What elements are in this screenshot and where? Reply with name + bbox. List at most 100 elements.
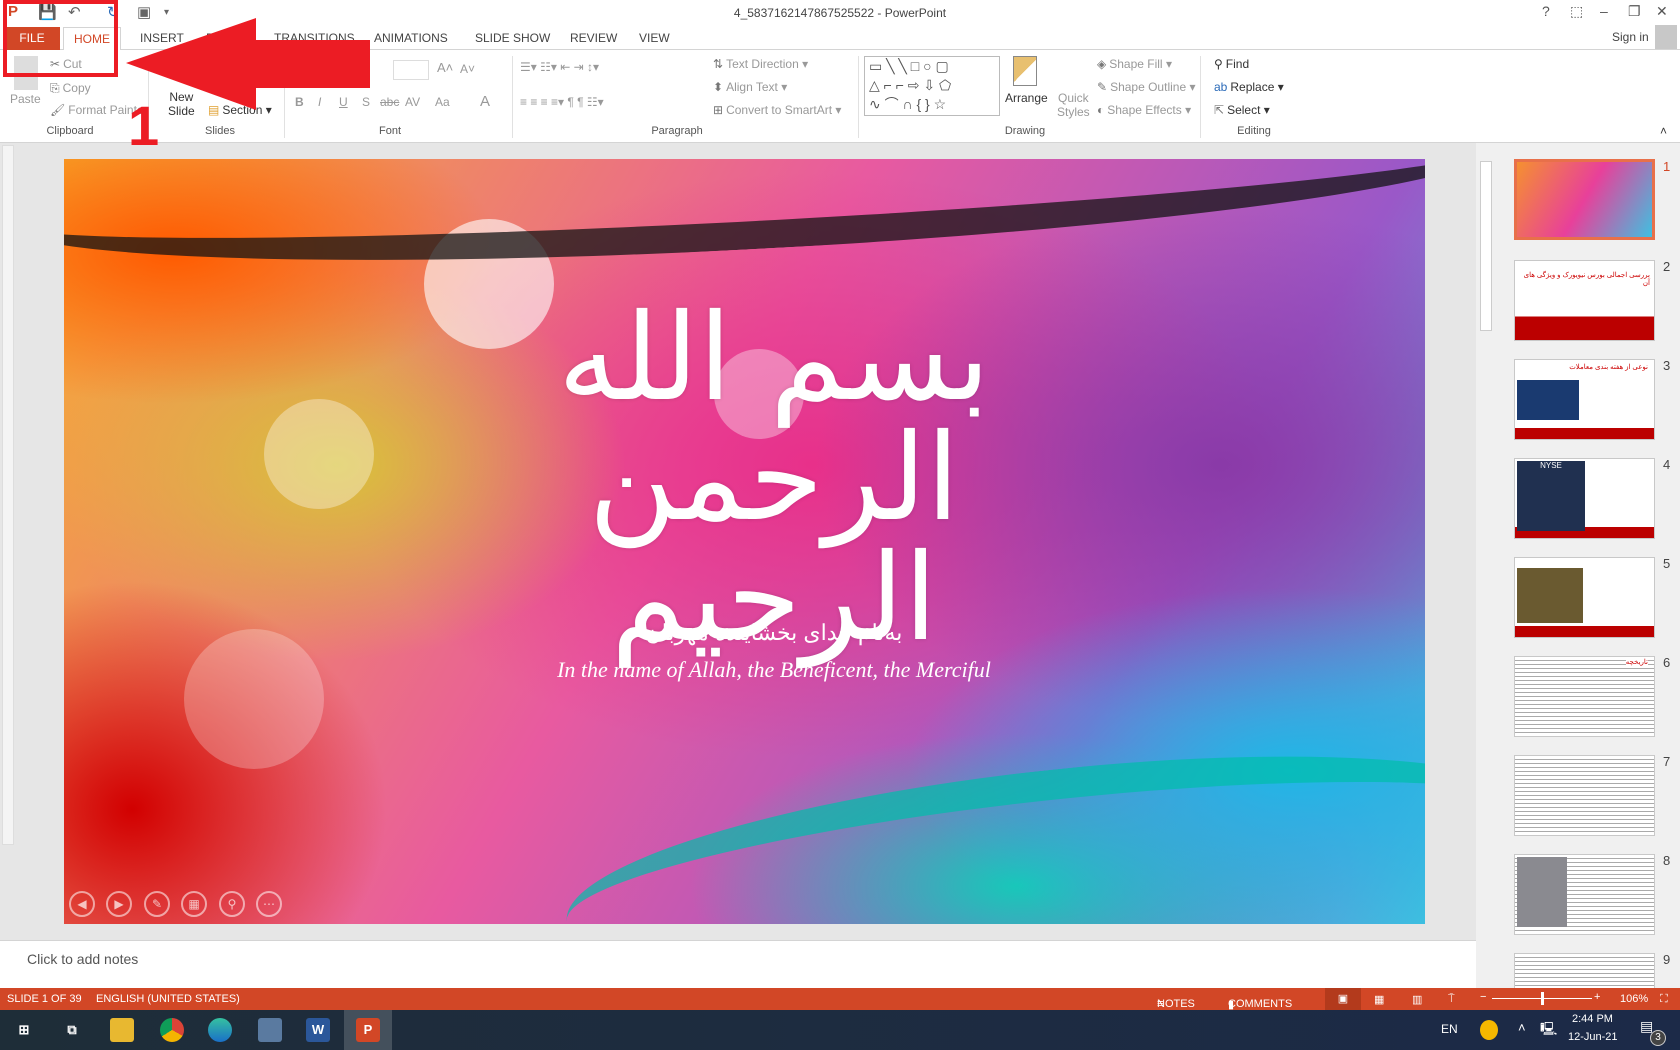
app-icon[interactable] [258,1018,282,1042]
show-hidden-icons[interactable]: ˄ [1518,1020,1526,1035]
normal-view-button[interactable]: ▣ [1325,988,1361,1010]
next-slide-icon[interactable]: ▶ [106,891,132,917]
comments-label: COMMENTS [1228,998,1293,1010]
thumbnail-title: نوعی از هفته بندی معاملات [1569,364,1648,371]
increase-font-size-icon[interactable]: A˄ [437,60,453,75]
slideshow-button[interactable]: ⍑ [1448,993,1455,1006]
align-text-icon: ⬍ [713,80,724,94]
slide-thumbnail-4[interactable]: NYSE [1514,458,1655,539]
shape-outline-label: Shape Outline [1110,80,1187,94]
help-button[interactable]: ? [1542,3,1550,19]
slide-thumbnail-7[interactable] [1514,755,1655,836]
divider [1200,56,1201,138]
copy-button[interactable]: ⎘ Copy [50,81,91,96]
reading-view-button[interactable]: ▥ [1412,993,1422,1006]
alignment-icons[interactable]: ≡ ≡ ≡ ≡▾ ¶ ¶ ☷▾ [520,95,604,109]
tab-view[interactable]: VIEW [629,27,680,50]
divider [512,56,513,138]
input-language[interactable]: EN [1441,1022,1458,1036]
collapse-ribbon-icon[interactable]: ˄ [1660,124,1667,138]
character-spacing-button[interactable]: AV [405,95,420,109]
decrease-font-size-icon[interactable]: A˅ [460,62,475,76]
align-text-label: Align Text [726,80,778,94]
zoom-in-button[interactable]: + [1594,991,1600,1003]
font-color-button[interactable]: A [480,93,490,110]
align-text-button[interactable]: ⬍ Align Text ▾ [713,80,787,94]
network-icon[interactable]: 🖳 [1540,1020,1557,1042]
slide-canvas[interactable]: بسم الله الرحمن الرحیم به‌نام خدای بخشای… [64,159,1425,924]
text-direction-label: Text Direction [726,57,799,71]
zoom-level[interactable]: 106% [1620,993,1648,1005]
convert-smartart-button[interactable]: ⊞ Convert to SmartArt ▾ [713,103,841,117]
sign-in-link[interactable]: Sign in [1612,30,1649,44]
quick-styles-button[interactable]: Quick Styles [1057,91,1090,119]
divider [858,56,859,138]
ribbon-swirl-decoration [64,159,1425,289]
language-indicator[interactable]: ENGLISH (UNITED STATES) [96,993,240,1005]
slide-thumbnail-9[interactable] [1514,953,1655,993]
slide-thumbnail-5[interactable] [1514,557,1655,638]
arrange-icon [1013,56,1037,86]
slide-scrollbar[interactable] [1476,143,1496,988]
slide-thumbnail-3[interactable]: نوعی از هفته بندی معاملات [1514,359,1655,440]
shape-effects-button[interactable]: ◐ Shape Effects ▾ [1097,103,1191,117]
notes-pane[interactable]: Click to add notes [0,940,1476,988]
left-scrollbar[interactable] [2,145,14,845]
more-options-icon[interactable]: ⋯ [256,891,282,917]
slide-number: 5 [1663,556,1671,571]
restore-button[interactable]: ❐ [1628,3,1641,20]
scroll-thumb[interactable] [1480,161,1492,331]
thumbnail-title: NYSE [1517,461,1585,531]
binoculars-icon: ⚲ [1214,57,1223,71]
clock-time[interactable]: 2:44 PM [1572,1013,1613,1025]
font-size-input[interactable] [393,60,429,80]
shape-outline-button[interactable]: ✎ Shape Outline ▾ [1097,80,1195,94]
slide-counter: SLIDE 1 OF 39 [7,993,82,1005]
ribbon-display-button[interactable]: ⬚ [1570,3,1583,20]
pen-icon[interactable]: ✎ [144,891,170,917]
slide-number: 2 [1663,259,1671,274]
notes-label: NOTES [1157,998,1195,1010]
minimize-button[interactable]: – [1600,3,1608,19]
word-icon[interactable]: W [306,1018,330,1042]
zoom-out-button[interactable]: − [1480,991,1486,1003]
clock-date[interactable]: 12-Jun-21 [1568,1031,1618,1043]
slide-sorter-button[interactable]: ▦ [1374,993,1384,1006]
notification-count-badge: 3 [1650,1030,1666,1046]
task-view-icon[interactable]: ⧉ [60,1018,84,1042]
zoom-slider-thumb[interactable] [1541,992,1544,1005]
shape-fill-button[interactable]: ◈ Shape Fill ▾ [1097,57,1172,71]
file-explorer-icon[interactable] [110,1018,134,1042]
tab-review[interactable]: REVIEW [560,27,627,50]
text-direction-button[interactable]: ⇅ Text Direction ▾ [713,57,808,71]
select-button[interactable]: ⇱ Select ▾ [1214,103,1270,117]
previous-slide-icon[interactable]: ◀ [69,891,95,917]
chrome-icon[interactable] [160,1018,184,1042]
see-all-slides-icon[interactable]: ▦ [181,891,207,917]
slide-thumbnail-1[interactable] [1514,159,1655,240]
powerpoint-taskbar-button[interactable]: P [344,1010,392,1050]
slide-thumbnail-2[interactable]: بررسی اجمالی بورس نیویورک و ویژگی های آن [1514,260,1655,341]
fit-to-window-icon[interactable]: ⛶ [1660,993,1668,1006]
shapes-gallery[interactable]: ▭ ╲ ╲ □ ○ ▢ △ ⌐ ⌐ ⇨ ⇩ ⬠ ∿ ⌒ ∩ { } ☆ [864,56,1000,116]
zoom-icon[interactable]: ⚲ [219,891,245,917]
bullets-icon[interactable]: ☰▾ ☷▾ ⇤ ⇥ ↕▾ [520,60,599,74]
convert-smartart-label: Convert to SmartArt [726,103,833,117]
slide-thumbnail-6[interactable]: تاریخچه [1514,656,1655,737]
annotation-highlight-box [3,0,118,77]
replace-button[interactable]: ab Replace ▾ [1214,80,1284,94]
annotation-number: 1 [128,94,160,157]
windows-start-icon[interactable]: ⊞ [12,1018,36,1042]
edge-icon[interactable] [208,1018,232,1042]
user-avatar-icon[interactable] [1655,25,1677,49]
slide-number: 4 [1663,457,1671,472]
arrange-button[interactable]: Arrange [1005,91,1048,105]
find-button[interactable]: ⚲ Find [1214,57,1249,71]
tab-slide-show[interactable]: SLIDE SHOW [465,27,560,50]
change-case-button[interactable]: Aa [435,95,450,109]
close-button[interactable]: ✕ [1656,3,1668,20]
paste-button[interactable]: Paste [10,92,41,106]
annotation-arrow [126,18,370,110]
weather-icon[interactable] [1480,1020,1498,1040]
slide-thumbnail-8[interactable] [1514,854,1655,935]
